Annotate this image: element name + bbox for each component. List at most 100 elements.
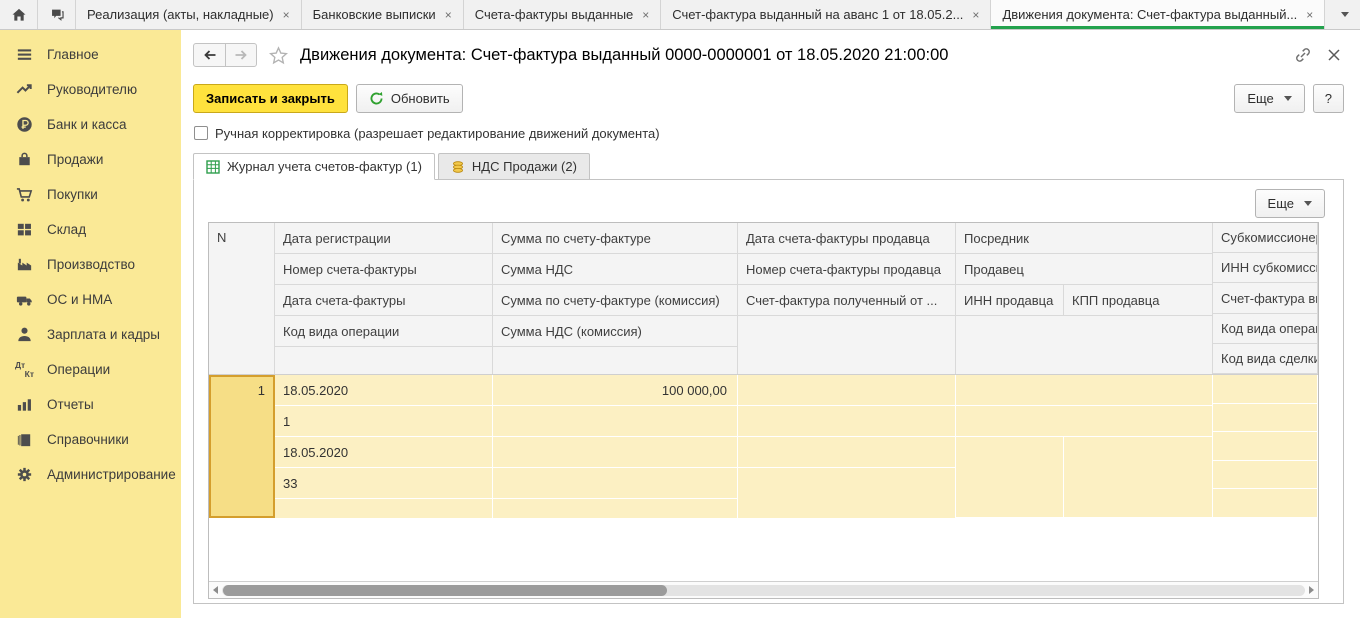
tab-close-icon[interactable]: ×	[283, 8, 290, 22]
grid-cell[interactable]	[1064, 437, 1213, 518]
grid-cell[interactable]	[738, 437, 956, 468]
close-icon[interactable]	[1324, 45, 1344, 65]
horizontal-scrollbar[interactable]	[209, 581, 1318, 598]
grid-header-cell: Дата регистрации	[275, 223, 493, 254]
chart-icon	[15, 395, 34, 414]
sidebar-item-sales[interactable]: Продажи	[0, 142, 181, 177]
grid-header-cell: Код вида сделки	[1213, 344, 1318, 374]
row-number-cell-selected[interactable]: 1	[209, 375, 275, 518]
window-tab[interactable]: Банковские выписки ×	[302, 0, 464, 29]
sidebar-item-operations[interactable]: ДтКт Операции	[0, 352, 181, 387]
sidebar-item-warehouse[interactable]: Склад	[0, 212, 181, 247]
home-button[interactable]	[0, 0, 38, 29]
grid-cell[interactable]	[956, 375, 1213, 406]
link-icon[interactable]	[1293, 45, 1313, 65]
grid-cell[interactable]: 100 000,00	[493, 375, 738, 406]
window-tab-label: Движения документа: Счет-фактура выданны…	[1002, 7, 1297, 22]
sidebar-item-production[interactable]: Производство	[0, 247, 181, 282]
movements-grid: N Дата регистрации Номер счета-фактуры Д…	[208, 222, 1319, 599]
scrollbar-track[interactable]	[222, 585, 1305, 596]
more-button[interactable]: Еще	[1234, 84, 1304, 113]
sidebar-item-label: Отчеты	[47, 397, 94, 412]
cart-icon	[15, 185, 34, 204]
sidebar-item-purchases[interactable]: Покупки	[0, 177, 181, 212]
window-tab-bar: Реализация (акты, накладные) × Банковски…	[0, 0, 1360, 30]
window-tab-active[interactable]: Движения документа: Счет-фактура выданны…	[991, 0, 1325, 29]
sidebar-item-main[interactable]: Главное	[0, 37, 181, 72]
sidebar-item-administration[interactable]: Администрирование	[0, 457, 181, 492]
sidebar-item-salary-hr[interactable]: Зарплата и кадры	[0, 317, 181, 352]
scroll-right-icon[interactable]	[1309, 586, 1314, 594]
grid-empty-area	[209, 518, 1318, 581]
chat-icon	[48, 6, 66, 24]
table-icon	[206, 160, 220, 174]
grid-cell[interactable]: 1	[275, 406, 493, 437]
tab-close-icon[interactable]: ×	[642, 8, 649, 22]
refresh-button[interactable]: Обновить	[356, 84, 463, 113]
sidebar-item-manager[interactable]: Руководителю	[0, 72, 181, 107]
grid-header-cell: Номер счета-фактуры продавца	[738, 254, 956, 285]
save-close-button[interactable]: Записать и закрыть	[193, 84, 348, 113]
grid-cell[interactable]	[1213, 404, 1318, 433]
window-tab[interactable]: Счета-фактуры выданные ×	[464, 0, 662, 29]
chevron-down-icon	[1341, 12, 1349, 17]
grid-header-cell: Код вида операции	[275, 316, 493, 347]
grid-cell[interactable]	[493, 406, 738, 437]
grid-more-button[interactable]: Еще	[1255, 189, 1325, 218]
window-tab[interactable]: Счет-фактура выданный на аванс 1 от 18.0…	[661, 0, 991, 29]
truck-icon	[15, 290, 34, 309]
tab-invoice-journal[interactable]: Журнал учета счетов-фактур (1)	[193, 153, 435, 180]
tab-close-icon[interactable]: ×	[1306, 8, 1313, 22]
grid-cell[interactable]: 33	[275, 468, 493, 499]
window-tab[interactable]: Реализация (акты, накладные) ×	[76, 0, 302, 29]
arrow-left-icon	[202, 47, 218, 63]
grid-cell[interactable]: 18.05.2020	[275, 437, 493, 468]
manual-adjustment-checkbox[interactable]	[194, 126, 208, 140]
grid-cell[interactable]	[956, 437, 1064, 518]
refresh-icon	[369, 91, 384, 106]
grid-cell[interactable]	[1213, 489, 1318, 518]
page-title: Движения документа: Счет-фактура выданны…	[300, 46, 948, 65]
dtkt-icon: ДтКт	[15, 361, 34, 378]
arrow-right-icon	[233, 47, 249, 63]
scroll-left-icon[interactable]	[213, 586, 218, 594]
grid-cell[interactable]	[1213, 461, 1318, 490]
sidebar-item-reports[interactable]: Отчеты	[0, 387, 181, 422]
sidebar-item-label: Склад	[47, 222, 86, 237]
grid-header-cell: Сумма по счету-фактуре	[493, 223, 738, 254]
window-tab-label: Счет-фактура выданный на аванс 1 от 18.0…	[672, 7, 963, 22]
window-tab-label: Реализация (акты, накладные)	[87, 7, 274, 22]
forward-button[interactable]	[225, 44, 256, 66]
tab-list-button[interactable]	[1330, 0, 1360, 29]
grid-cell[interactable]	[956, 406, 1213, 437]
home-icon	[10, 6, 28, 24]
sidebar-item-label: Производство	[47, 257, 135, 272]
grid-cell[interactable]	[493, 437, 738, 468]
tab-vat-sales[interactable]: НДС Продажи (2)	[438, 153, 590, 180]
sidebar-item-bank-cash[interactable]: Банк и касса	[0, 107, 181, 142]
window-tab-label: Счета-фактуры выданные	[475, 7, 634, 22]
grid-cell[interactable]	[738, 375, 956, 406]
favorite-star-icon[interactable]	[268, 45, 289, 66]
grid-cell[interactable]	[493, 468, 738, 499]
discussions-button[interactable]	[38, 0, 76, 29]
tab-close-icon[interactable]: ×	[445, 8, 452, 22]
grid-cell[interactable]	[1213, 432, 1318, 461]
grid-cell[interactable]: 18.05.2020	[275, 375, 493, 406]
grid-header-cell: Продавец	[956, 254, 1213, 285]
sidebar-item-label: Продажи	[47, 152, 103, 167]
sidebar-item-label: Справочники	[47, 432, 129, 447]
grid-cell[interactable]	[1213, 375, 1318, 404]
chevron-down-icon	[1304, 201, 1312, 206]
sidebar-item-directories[interactable]: Справочники	[0, 422, 181, 457]
grid-cell[interactable]	[738, 406, 956, 437]
scrollbar-thumb[interactable]	[223, 585, 667, 596]
main-area: Движения документа: Счет-фактура выданны…	[181, 30, 1360, 618]
help-button[interactable]: ?	[1313, 84, 1344, 113]
tab-close-icon[interactable]: ×	[972, 8, 979, 22]
sidebar-item-fixed-assets[interactable]: ОС и НМА	[0, 282, 181, 317]
grid-header-cell: ИНН субкомисси	[1213, 253, 1318, 283]
document-header: Движения документа: Счет-фактура выданны…	[193, 38, 1344, 72]
back-button[interactable]	[194, 44, 225, 66]
sidebar-item-label: Главное	[47, 47, 99, 62]
